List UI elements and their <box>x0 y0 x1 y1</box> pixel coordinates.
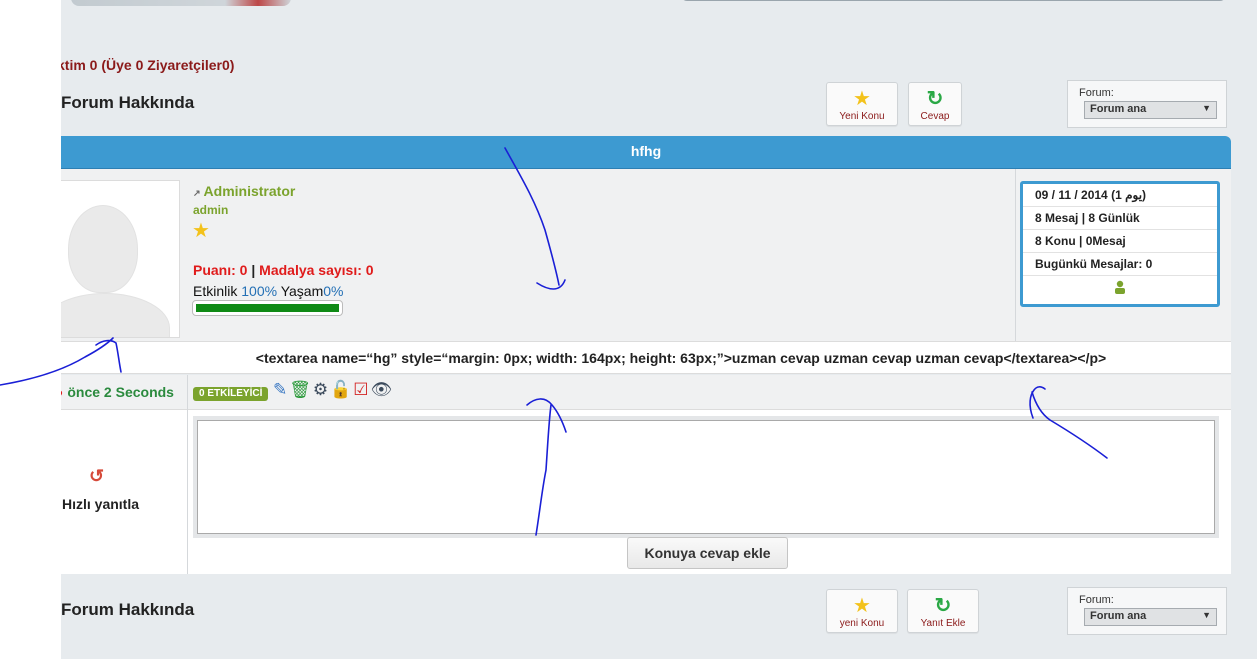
submit-reply-button[interactable]: Konuya cevap ekle <box>627 537 788 569</box>
top-search-bar-fragment <box>681 0 1226 1</box>
avatar-body-silhouette <box>61 293 170 337</box>
topic-count: 8 Konu | 0Mesaj <box>1023 230 1217 253</box>
online-dot-icon: ● <box>61 384 63 400</box>
forum-jump-value-bottom: Forum ana <box>1090 610 1147 622</box>
gear-icon[interactable]: ⚙ <box>313 380 328 399</box>
points-value: Puanı: 0 <box>193 262 248 278</box>
rank-star-icon: ★ <box>192 220 210 242</box>
refresh-icon: ↻ <box>934 595 952 617</box>
undo-icon: ↺ <box>89 466 105 486</box>
post-tools: ✎ 🗑 ⚙ 🔓 ☑ 👁 <box>273 380 394 400</box>
quick-reply-side: ↺ Hızlı yanıtla <box>61 410 188 574</box>
activity-progress-bar <box>192 300 343 316</box>
external-link-icon: ↗ <box>193 188 201 198</box>
join-date: 09 / 11 / 2014 (1 يوم) <box>1023 184 1217 207</box>
username: Administrator <box>203 183 296 199</box>
quick-reply-label: Hızlı yanıtla <box>62 496 140 512</box>
user-role: admin <box>193 203 229 217</box>
forum-jump-select-bottom[interactable]: Forum ana ▼ <box>1084 608 1217 626</box>
forum-jump-box-bottom: Forum: Forum ana ▼ <box>1067 587 1227 635</box>
points-line: Puanı: 0 | Madalya sayısı: 0 <box>193 262 374 278</box>
new-topic-button-bottom[interactable]: ★ yeni Konu <box>826 589 898 633</box>
post-title-bar: hfhg <box>61 136 1231 169</box>
add-reply-button-bottom[interactable]: ↻ Yanıt Ekle <box>907 589 979 633</box>
new-topic-button[interactable]: ★ Yeni Konu <box>826 82 898 126</box>
post-footer: ● önce 2 Seconds 0 ETKİLEYİCİ ✎🗑⚙🔓☑👁 <box>61 375 1231 410</box>
user-profile-icon[interactable] <box>1023 276 1217 302</box>
section-title-bottom: Forum Hakkında <box>61 600 195 619</box>
add-reply-label-bottom: Yanıt Ekle <box>920 618 966 629</box>
life-label: Yaşam <box>280 283 324 299</box>
new-topic-label: Yeni Konu <box>839 111 885 122</box>
post-title: hfhg <box>630 143 662 159</box>
forum-jump-box-top: Forum: Forum ana ▼ <box>1067 80 1227 128</box>
post-message: <textarea name=“hg” style=“margin: 0px; … <box>61 341 1231 374</box>
forum-jump-label-bottom: Forum: <box>1079 594 1114 606</box>
forum-jump-select[interactable]: Forum ana ▼ <box>1084 101 1217 119</box>
forum-jump-value: Forum ana <box>1090 103 1147 115</box>
eye-icon[interactable]: 👁 <box>371 380 393 399</box>
medal-count: Madalya sayısı: 0 <box>259 262 374 278</box>
star-icon: ★ <box>853 595 871 617</box>
new-topic-label-bottom: yeni Konu <box>839 618 885 629</box>
progress-fill <box>196 304 339 312</box>
post-body: ↗ Administrator admin ★ Puanı: 0 | Madaly… <box>61 169 1231 341</box>
reply-label: Cevap <box>920 111 950 122</box>
forum-page: ktim 0 (Üye 0 Ziyaretçiler0) Forum Hakkı… <box>61 0 1257 659</box>
star-icon: ★ <box>853 88 871 110</box>
impression-badge[interactable]: 0 ETKİLEYİCİ <box>193 387 269 401</box>
edit-pencil-icon[interactable]: ✎ <box>273 380 287 399</box>
user-info-box: 09 / 11 / 2014 (1 يوم) 8 Mesaj | 8 Günlü… <box>1020 181 1220 307</box>
divider <box>1015 169 1016 341</box>
time-ago: önce 2 Seconds <box>67 384 174 400</box>
quick-reply-textarea[interactable] <box>197 420 1215 534</box>
user-icon <box>1115 280 1125 294</box>
divider <box>187 375 188 410</box>
username-link[interactable]: ↗ Administrator <box>193 183 295 199</box>
activity-label: Etkinlik <box>193 283 238 299</box>
refresh-icon: ↻ <box>926 88 944 110</box>
dropdown-arrow-icon: ▼ <box>1202 610 1211 620</box>
textarea-wrapper <box>193 416 1219 538</box>
quick-reply-editor: Konuya cevap ekle <box>188 410 1231 574</box>
lock-icon[interactable]: 🔓 <box>330 380 351 399</box>
avatar[interactable] <box>61 180 180 338</box>
life-value: 0% <box>323 283 344 299</box>
checkbox-check-icon[interactable]: ☑ <box>353 380 368 399</box>
online-users-status: ktim 0 (Üye 0 Ziyaretçiler0) <box>61 57 235 73</box>
reply-button[interactable]: ↻ Cevap <box>908 82 962 126</box>
activity-value: 100% <box>241 283 278 299</box>
site-logo-fragment <box>71 0 291 6</box>
avatar-head-silhouette <box>68 205 138 293</box>
post-time: ● önce 2 Seconds <box>61 384 174 400</box>
dropdown-arrow-icon: ▼ <box>1202 103 1211 113</box>
section-title-top: Forum Hakkında <box>61 93 195 112</box>
quick-reply-section: ↺ Hızlı yanıtla Konuya cevap ekle <box>61 410 1231 574</box>
today-messages: Bugünkü Mesajlar: 0 <box>1023 253 1217 276</box>
forum-jump-label: Forum: <box>1079 87 1114 99</box>
activity-line: Etkinlik 100% Yaşam0% <box>193 283 343 299</box>
message-count: 8 Mesaj | 8 Günlük <box>1023 207 1217 230</box>
trash-icon[interactable]: 🗑 <box>289 380 311 399</box>
